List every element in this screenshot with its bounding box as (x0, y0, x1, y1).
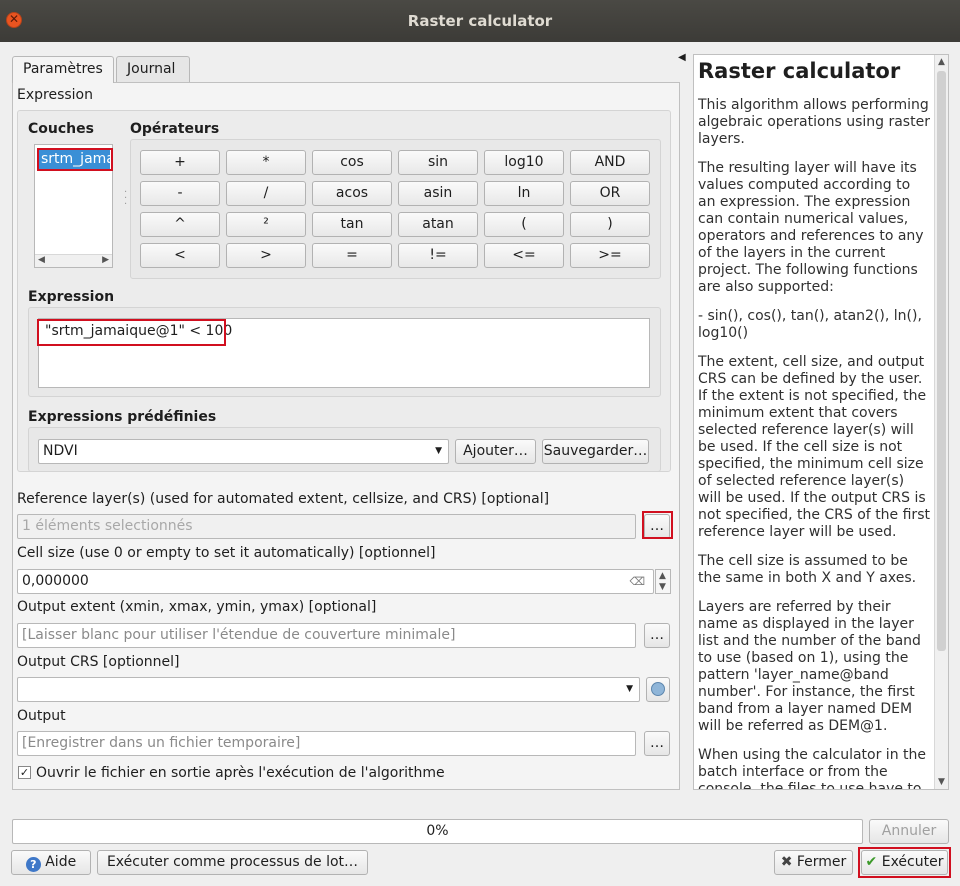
help-button[interactable]: ? Aide (11, 850, 91, 875)
crs-select[interactable]: ▼ (17, 677, 640, 702)
open-output-checkbox[interactable]: ✓ (18, 766, 31, 779)
output-placeholder: [Enregistrer dans un fichier temporaire] (22, 735, 301, 751)
operator-button[interactable]: ² (226, 212, 306, 237)
tab-parametres[interactable]: Paramètres (12, 56, 114, 83)
operator-button[interactable]: asin (398, 181, 478, 206)
crs-label: Output CRS [optionnel] (17, 654, 180, 670)
run-highlight-box (858, 847, 951, 878)
close-x-icon: ✖ (780, 854, 793, 870)
scroll-thumb[interactable] (937, 71, 946, 651)
help-paragraph: The extent, cell size, and output CRS ca… (698, 354, 930, 540)
output-input[interactable]: [Enregistrer dans un fichier temporaire] (17, 731, 636, 756)
output-label: Output (17, 708, 66, 724)
operator-button[interactable]: AND (570, 150, 650, 175)
save-expression-button[interactable]: Sauvegarder… (542, 439, 649, 464)
operator-button[interactable]: OR (570, 181, 650, 206)
layer-highlight-box (37, 148, 113, 171)
layers-hscrollbar[interactable]: ◀ ▶ (35, 254, 112, 267)
open-output-label: Ouvrir le fichier en sortie après l'exéc… (36, 765, 445, 781)
operator-button[interactable]: ( (484, 212, 564, 237)
operator-button[interactable]: - (140, 181, 220, 206)
help-vscrollbar[interactable]: ▲ ▼ (934, 55, 948, 789)
predefined-value: NDVI (43, 443, 78, 459)
help-paragraph: This algorithm allows performing algebra… (698, 97, 930, 147)
operator-button[interactable]: < (140, 243, 220, 268)
operator-button[interactable]: atan (398, 212, 478, 237)
scroll-right-icon[interactable]: ▶ (102, 255, 109, 265)
reference-input[interactable]: 1 éléments selectionnés (17, 514, 636, 539)
splitter-handle[interactable]: · · · (124, 188, 127, 210)
operator-button[interactable]: >= (570, 243, 650, 268)
globe-icon (651, 682, 665, 696)
operator-button[interactable]: + (140, 150, 220, 175)
extent-input[interactable]: [Laisser blanc pour utiliser l'étendue d… (17, 623, 636, 648)
operator-button[interactable]: > (226, 243, 306, 268)
operator-button[interactable]: ) (570, 212, 650, 237)
scroll-left-icon[interactable]: ◀ (38, 255, 45, 265)
scroll-down-icon[interactable]: ▼ (938, 777, 945, 787)
expression-highlight-box (37, 319, 226, 346)
window-titlebar: Raster calculator (0, 0, 960, 42)
help-paragraph: Layers are referred by their name as dis… (698, 599, 921, 734)
layers-header: Couches (28, 121, 94, 137)
operators-header: Opérateurs (130, 121, 220, 137)
close-button[interactable]: ✖ Fermer (774, 850, 853, 875)
help-panel: Raster calculator This algorithm allows … (693, 54, 949, 790)
operator-button[interactable]: cos (312, 150, 392, 175)
cellsize-spinner[interactable]: ▲ ▼ (655, 569, 671, 594)
operator-button[interactable]: ln (484, 181, 564, 206)
operator-button[interactable]: acos (312, 181, 392, 206)
output-browse-button[interactable]: … (644, 731, 670, 756)
collapse-help-icon[interactable]: ◀ (678, 52, 686, 63)
extent-browse-button[interactable]: … (644, 623, 670, 648)
close-button-label: Fermer (796, 854, 847, 870)
cellsize-input[interactable]: 0,000000 ⌫ (17, 569, 654, 594)
dropdown-arrow-icon: ▼ (435, 446, 442, 456)
progress-text: 0% (426, 823, 449, 839)
help-paragraph: - sin(), cos(), tan(), atan2(), ln(), lo… (698, 308, 922, 341)
operator-button[interactable]: ^ (140, 212, 220, 237)
reference-browse-highlight-box (642, 511, 673, 539)
expression-header: Expression (28, 289, 115, 305)
help-paragraph: The resulting layer will have its values… (698, 160, 924, 295)
spin-down-icon[interactable]: ▼ (659, 582, 666, 592)
reference-label: Reference layer(s) (used for automated e… (17, 491, 550, 507)
progress-bar: 0% (12, 819, 863, 844)
operator-button[interactable]: sin (398, 150, 478, 175)
tab-journal[interactable]: Journal (116, 56, 190, 82)
scroll-up-icon[interactable]: ▲ (938, 57, 945, 67)
operator-button[interactable]: / (226, 181, 306, 206)
expression-section-label: Expression (17, 87, 93, 103)
dropdown-arrow-icon: ▼ (626, 684, 633, 694)
window-close-button[interactable]: ✕ (6, 12, 22, 28)
spin-up-icon[interactable]: ▲ (659, 571, 666, 581)
extent-placeholder: [Laisser blanc pour utiliser l'étendue d… (22, 627, 456, 643)
predefined-select[interactable]: NDVI ▼ (38, 439, 449, 464)
help-paragraph: The cell size is assumed to be the same … (698, 553, 917, 586)
operator-button[interactable]: * (226, 150, 306, 175)
cellsize-label: Cell size (use 0 or empty to set it auto… (17, 545, 436, 561)
predefined-header: Expressions prédéfinies (28, 409, 217, 425)
cellsize-value: 0,000000 (22, 573, 89, 589)
extent-label: Output extent (xmin, xmax, ymin, ymax) [… (17, 599, 377, 615)
clear-field-icon[interactable]: ⌫ (629, 570, 645, 593)
help-text: This algorithm allows performing algebra… (698, 97, 930, 790)
reference-placeholder: 1 éléments selectionnés (22, 518, 193, 534)
cancel-button[interactable]: Annuler (869, 819, 949, 844)
operator-button[interactable]: tan (312, 212, 392, 237)
batch-button[interactable]: Exécuter comme processus de lot… (97, 850, 368, 875)
window-title: Raster calculator (407, 12, 553, 30)
operator-button[interactable]: <= (484, 243, 564, 268)
operator-button[interactable]: log10 (484, 150, 564, 175)
help-icon: ? (25, 857, 41, 872)
help-paragraph: When using the calculator in the batch i… (698, 747, 926, 790)
help-button-label: Aide (45, 854, 77, 870)
help-title: Raster calculator (698, 59, 901, 83)
operator-button[interactable]: = (312, 243, 392, 268)
add-expression-button[interactable]: Ajouter… (455, 439, 536, 464)
crs-selector-button[interactable] (646, 677, 670, 702)
operator-button[interactable]: != (398, 243, 478, 268)
